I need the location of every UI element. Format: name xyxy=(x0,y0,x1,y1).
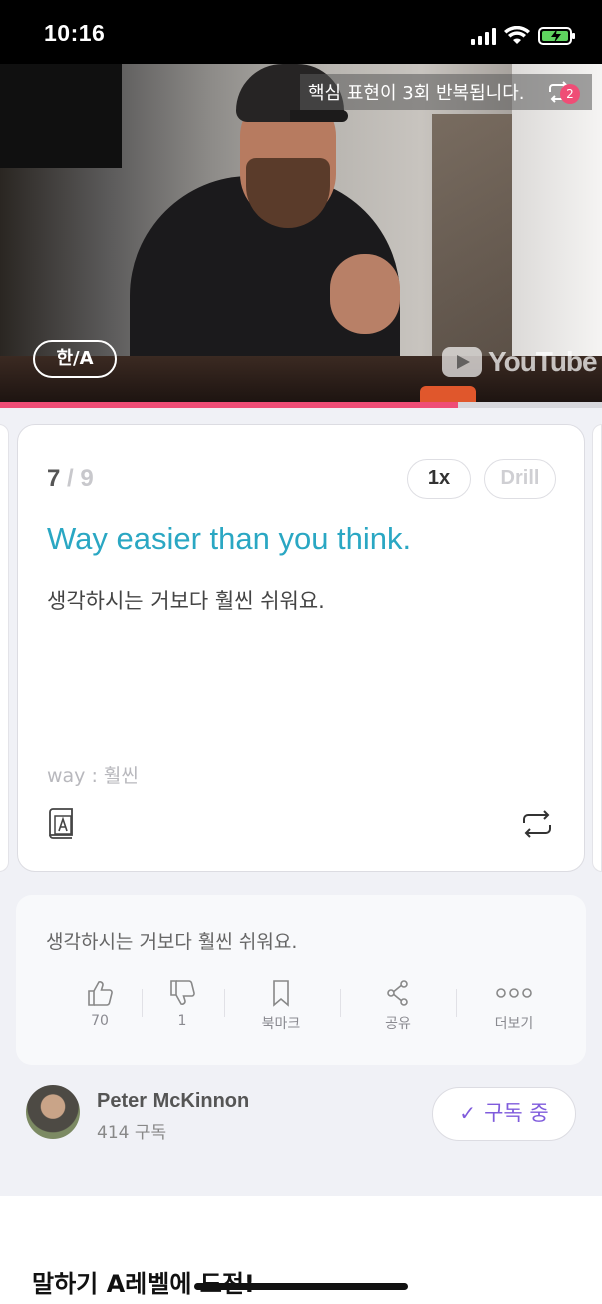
youtube-watermark-text: YouTube xyxy=(488,346,598,377)
video-frame-shelf xyxy=(432,114,522,374)
playback-speed-button[interactable]: 1x xyxy=(407,459,471,499)
action-divider xyxy=(224,989,225,1017)
korean-sentence: 생각하시는 거보다 훨씬 쉬워요. xyxy=(47,589,325,613)
english-sentence: Way easier than you think. xyxy=(47,521,412,556)
video-progress-fill xyxy=(0,402,458,408)
action-bar: 70 1 북마크 공유 더보기 xyxy=(42,979,572,1039)
action-divider xyxy=(340,989,341,1017)
share-icon xyxy=(387,980,408,1006)
dislike-count: 1 xyxy=(177,1013,187,1029)
status-bar: 10:16 xyxy=(0,0,602,64)
sentence-card: 7 / 9 1x Drill Way easier than you think… xyxy=(17,424,585,872)
bookmark-button[interactable]: 북마크 xyxy=(241,979,321,1033)
loop-icon[interactable] xyxy=(520,809,554,839)
channel-avatar[interactable] xyxy=(26,1085,80,1139)
action-divider xyxy=(456,989,457,1017)
youtube-logo: YouTube xyxy=(442,346,598,378)
battery-charging-icon xyxy=(538,27,575,45)
video-frame-cap-bill xyxy=(290,110,348,122)
translation-text: 생각하시는 거보다 훨씬 쉬워요. xyxy=(46,931,298,953)
more-label: 더보기 xyxy=(494,1016,534,1032)
subscribed-button[interactable]: ✓ 구독 중 xyxy=(432,1087,576,1141)
video-frame-tv xyxy=(0,64,122,168)
counter-current: 7 xyxy=(47,465,61,492)
sentence-counter: 7 / 9 xyxy=(47,465,94,493)
like-count: 70 xyxy=(91,1013,109,1029)
like-button[interactable]: 70 xyxy=(60,979,140,1029)
video-player[interactable]: 핵심 표현이 3회 반복됩니다. 2 한/A YouTube xyxy=(0,64,602,404)
video-frame-hand xyxy=(330,254,400,334)
dictionary-icon[interactable] xyxy=(46,807,76,839)
channel-name[interactable]: Peter McKinnon xyxy=(97,1090,249,1113)
youtube-play-icon xyxy=(442,347,482,377)
thumbs-up-icon xyxy=(88,981,113,1006)
dislike-button[interactable]: 1 xyxy=(142,979,222,1029)
status-time: 10:16 xyxy=(44,20,106,46)
more-icon xyxy=(496,988,532,998)
counter-separator: / xyxy=(60,465,81,492)
previous-card-peek[interactable] xyxy=(0,424,9,872)
more-button[interactable]: 더보기 xyxy=(474,979,554,1033)
status-icons xyxy=(471,24,576,48)
sentence-info-panel: 생각하시는 거보다 훨씬 쉬워요. 70 1 북마크 공유 더보기 xyxy=(16,895,586,1065)
channel-subscriber-count: 414 구독 xyxy=(97,1123,167,1143)
vocabulary-hint: way : 훨씬 xyxy=(47,765,139,787)
language-toggle-button[interactable]: 한/A xyxy=(33,340,117,378)
subscribed-label: 구독 중 xyxy=(484,1101,549,1125)
thumbs-down-icon xyxy=(170,980,195,1005)
share-button[interactable]: 공유 xyxy=(358,979,438,1033)
challenge-section-title: 말하기 A레벨에 도전! xyxy=(32,1270,255,1298)
home-indicator[interactable] xyxy=(194,1283,408,1290)
drill-button[interactable]: Drill xyxy=(484,459,556,499)
share-label: 공유 xyxy=(385,1016,411,1032)
check-icon: ✓ xyxy=(459,1101,477,1125)
repeat-count-badge: 2 xyxy=(560,84,580,104)
video-progress-bar[interactable] xyxy=(0,402,602,408)
next-card-peek[interactable] xyxy=(592,424,602,872)
cellular-signal-icon xyxy=(471,27,496,45)
bookmark-icon xyxy=(273,980,289,1007)
bookmark-label: 북마크 xyxy=(261,1016,301,1032)
counter-total: 9 xyxy=(80,465,94,492)
repeat-banner: 핵심 표현이 3회 반복됩니다. 2 xyxy=(300,74,592,110)
repeat-banner-text: 핵심 표현이 3회 반복됩니다. xyxy=(308,83,525,104)
wifi-icon xyxy=(504,26,530,44)
